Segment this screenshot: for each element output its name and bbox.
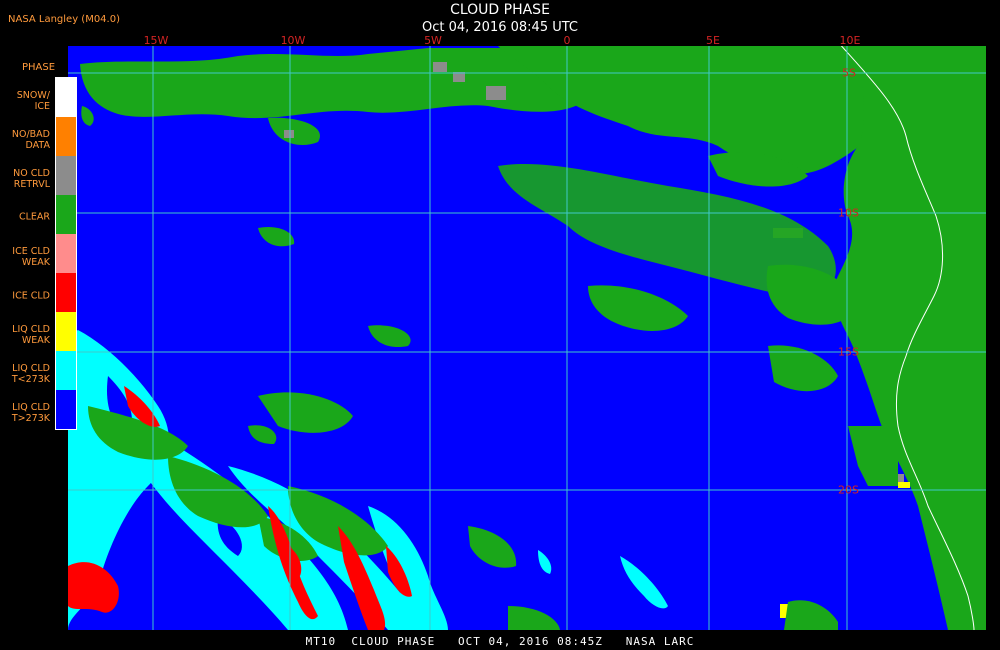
legend-label-liq-cld-warm: LIQ CLD T>273K bbox=[11, 402, 50, 424]
legend-swatch-ice-cld-weak bbox=[56, 234, 76, 273]
footer-caption: MT10 CLOUD PHASE OCT 04, 2016 08:45Z NAS… bbox=[305, 635, 695, 648]
legend-label-clear: CLEAR bbox=[18, 211, 50, 223]
legend-swatch-liq-cld-cold bbox=[56, 351, 76, 390]
legend-swatch-no-bad-data bbox=[56, 117, 76, 156]
lat-label-15s: 15S bbox=[838, 345, 859, 359]
legend-swatch-liq-cld-warm bbox=[56, 390, 76, 429]
legend-labels: SNOW/ ICE NO/BAD DATA NO CLD RETRVL CLEA… bbox=[0, 0, 52, 650]
legend-swatch-snow-ice bbox=[56, 78, 76, 117]
legend-label-snow-ice: SNOW/ ICE bbox=[16, 90, 50, 112]
legend-swatch-no-cld-retrvl bbox=[56, 156, 76, 195]
cloud-phase-map[interactable] bbox=[68, 46, 986, 630]
legend-swatch-liq-cld-weak bbox=[56, 312, 76, 351]
legend-label-ice-cld: ICE CLD bbox=[12, 290, 50, 302]
legend-color-bar bbox=[55, 77, 77, 430]
legend-label-no-cld-retrvl: NO CLD RETRVL bbox=[13, 168, 50, 190]
legend-swatch-ice-cld bbox=[56, 273, 76, 312]
legend-label-no-bad-data: NO/BAD DATA bbox=[11, 129, 50, 151]
lat-label-20s: 20S bbox=[838, 483, 859, 497]
legend-label-ice-cld-weak: ICE CLD WEAK bbox=[12, 246, 50, 268]
legend-label-liq-cld-weak: LIQ CLD WEAK bbox=[12, 324, 50, 346]
legend-swatch-clear bbox=[56, 195, 76, 234]
lat-label-5s: 5S bbox=[842, 66, 856, 80]
lat-label-10s: 10S bbox=[838, 206, 859, 220]
map-title: CLOUD PHASE bbox=[450, 2, 550, 18]
legend-label-liq-cld-cold: LIQ CLD T<273K bbox=[11, 363, 50, 385]
map-timestamp: Oct 04, 2016 08:45 UTC bbox=[422, 20, 578, 35]
